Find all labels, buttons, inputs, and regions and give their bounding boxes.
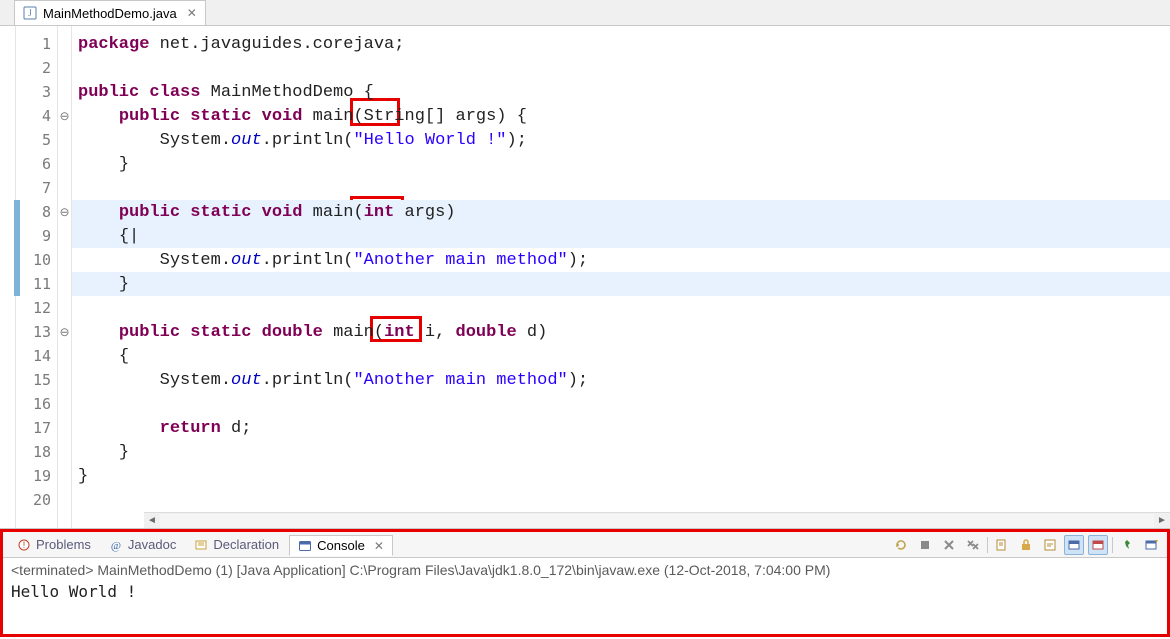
editor-tab-row: J MainMethodDemo.java ✕ xyxy=(0,0,1170,26)
line-number: 7 xyxy=(16,176,57,200)
java-file-icon: J xyxy=(23,6,37,20)
tab-label: Declaration xyxy=(213,537,279,552)
code-line xyxy=(72,296,1170,320)
line-number: 8 xyxy=(16,200,57,224)
console-stdout-line: Hello World ! xyxy=(11,582,1159,601)
show-stderr-icon[interactable] xyxy=(1088,535,1108,555)
editor-area: 1 2 3 4 5 6 7 8 9 10 11 12 13 14 15 16 1… xyxy=(0,26,1170,529)
svg-text:J: J xyxy=(28,8,32,18)
code-line: public static double main(int i, double … xyxy=(72,320,1170,344)
code-line: public static void main(String[] args) { xyxy=(72,104,1170,128)
line-number: 16 xyxy=(16,392,57,416)
terminate-icon[interactable] xyxy=(915,535,935,555)
code-line: {| xyxy=(72,224,1170,248)
console-toolbar: ▾ xyxy=(891,535,1167,555)
svg-text:▾: ▾ xyxy=(1155,539,1158,545)
editor-tab-filename: MainMethodDemo.java xyxy=(43,6,177,21)
problems-icon: ! xyxy=(17,538,31,552)
relaunch-icon[interactable] xyxy=(891,535,911,555)
remove-all-icon[interactable] xyxy=(963,535,983,555)
line-number: 4 xyxy=(16,104,57,128)
line-number: 10 xyxy=(16,248,57,272)
tab-label: Console xyxy=(317,538,365,553)
code-line xyxy=(72,176,1170,200)
code-view[interactable]: package net.javaguides.corejava; public … xyxy=(72,26,1170,528)
line-number: 12 xyxy=(16,296,57,320)
code-line: } xyxy=(72,272,1170,296)
scroll-right-icon[interactable]: ► xyxy=(1154,513,1170,529)
line-number: 1 xyxy=(16,32,57,56)
remove-launch-icon[interactable] xyxy=(939,535,959,555)
code-line: } xyxy=(72,440,1170,464)
code-line xyxy=(72,56,1170,80)
show-stdout-icon[interactable] xyxy=(1064,535,1084,555)
code-line: } xyxy=(72,464,1170,488)
code-line xyxy=(72,488,1170,512)
line-number: 14 xyxy=(16,344,57,368)
scroll-track[interactable] xyxy=(160,514,1154,528)
line-number: 13 xyxy=(16,320,57,344)
console-launch-info: <terminated> MainMethodDemo (1) [Java Ap… xyxy=(11,562,1159,578)
text-caret: | xyxy=(129,227,139,246)
console-icon xyxy=(298,539,312,553)
tab-javadoc[interactable]: @ Javadoc xyxy=(101,535,184,554)
code-line: System.out.println("Hello World !"); xyxy=(72,128,1170,152)
console-output[interactable]: <terminated> MainMethodDemo (1) [Java Ap… xyxy=(3,558,1167,634)
line-number: 6 xyxy=(16,152,57,176)
code-line: { xyxy=(72,344,1170,368)
svg-text:@: @ xyxy=(111,540,121,552)
tab-problems[interactable]: ! Problems xyxy=(9,535,99,554)
close-icon[interactable]: ✕ xyxy=(374,539,384,553)
line-number: 18 xyxy=(16,440,57,464)
code-line xyxy=(72,392,1170,416)
views-tab-row: ! Problems @ Javadoc Declaration Console… xyxy=(3,532,1167,558)
code-line: } xyxy=(72,152,1170,176)
scroll-left-icon[interactable]: ◄ xyxy=(144,513,160,529)
open-console-icon[interactable]: ▾ xyxy=(1141,535,1161,555)
line-number: 9 xyxy=(16,224,57,248)
pin-console-icon[interactable] xyxy=(1117,535,1137,555)
tab-label: Problems xyxy=(36,537,91,552)
horizontal-scrollbar[interactable]: ◄ ► xyxy=(144,512,1170,528)
code-line: public class MainMethodDemo { xyxy=(72,80,1170,104)
tab-label: Javadoc xyxy=(128,537,176,552)
fold-toggle-icon[interactable]: ⊖ xyxy=(59,110,69,122)
code-line: System.out.println("Another main method"… xyxy=(72,368,1170,392)
code-line: public static void main(int args) xyxy=(72,200,1170,224)
line-number: 2 xyxy=(16,56,57,80)
close-icon[interactable]: ✕ xyxy=(187,6,197,20)
line-number: 3 xyxy=(16,80,57,104)
javadoc-icon: @ xyxy=(109,538,123,552)
line-number: 15 xyxy=(16,368,57,392)
change-bar xyxy=(14,200,20,296)
line-number: 20 xyxy=(16,488,57,512)
bottom-panel: ! Problems @ Javadoc Declaration Console… xyxy=(0,529,1170,637)
folding-gutter: ⊖ ⊖ ⊖ xyxy=(58,26,72,528)
line-number: 5 xyxy=(16,128,57,152)
code-line: System.out.println("Another main method"… xyxy=(72,248,1170,272)
fold-toggle-icon[interactable]: ⊖ xyxy=(59,326,69,338)
fold-toggle-icon[interactable]: ⊖ xyxy=(59,206,69,218)
clear-console-icon[interactable] xyxy=(992,535,1012,555)
code-line: package net.javaguides.corejava; xyxy=(72,32,1170,56)
svg-text:!: ! xyxy=(23,540,26,550)
editor-tab[interactable]: J MainMethodDemo.java ✕ xyxy=(14,0,206,25)
line-number-gutter: 1 2 3 4 5 6 7 8 9 10 11 12 13 14 15 16 1… xyxy=(16,26,58,528)
scroll-lock-icon[interactable] xyxy=(1016,535,1036,555)
line-number: 11 xyxy=(16,272,57,296)
tab-declaration[interactable]: Declaration xyxy=(186,535,287,554)
line-number: 19 xyxy=(16,464,57,488)
word-wrap-icon[interactable] xyxy=(1040,535,1060,555)
code-line: return d; xyxy=(72,416,1170,440)
tab-console[interactable]: Console ✕ xyxy=(289,535,393,556)
line-number: 17 xyxy=(16,416,57,440)
declaration-icon xyxy=(194,538,208,552)
